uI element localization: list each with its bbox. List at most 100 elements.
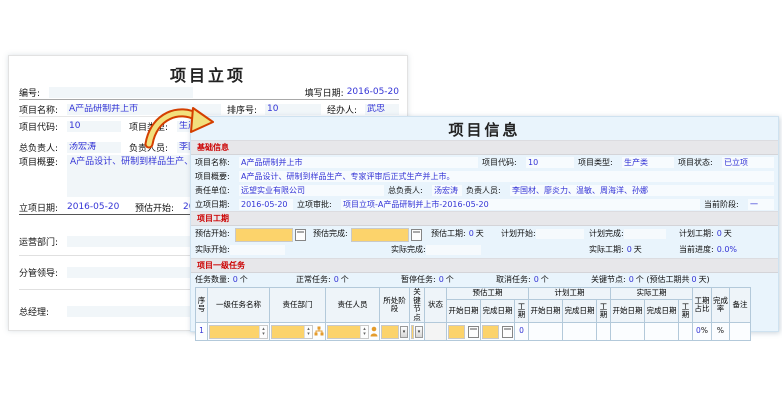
col-ratio: 工期占比: [693, 288, 712, 323]
col-group-plan: 计划工期: [529, 288, 611, 300]
info-review-link[interactable]: 项目立项-A产品研制并上市-2016-05-20: [341, 199, 700, 210]
stat-paused-label: 暂停任务:: [401, 274, 436, 285]
info-summary-field: A产品设计、研制到样品生产、专家评审后正式生产并上市。: [239, 171, 774, 182]
progress-label: 当前进度:: [679, 244, 714, 255]
stat-keynode-label: 关键节点:: [591, 274, 626, 285]
spinner-icon[interactable]: ▴▾: [360, 326, 368, 338]
info-approve-date-field: 2016-05-20: [239, 199, 293, 210]
task-keynode-cell: ▾: [410, 323, 425, 341]
info-chief-field: 汤宏涛: [432, 185, 462, 196]
table-header-row-1: 序号 一级任务名称 责任部门 责任人员 所处阶段 关键节点 状态 预估工期 计划…: [196, 288, 751, 300]
spinner-icon[interactable]: ▴▾: [259, 326, 267, 338]
col-act-start: 开始日期: [611, 300, 645, 323]
row-basic-1: 项目名称: A产品研制并上市 项目代码: 10 项目类型: 生产类 项目状态: …: [191, 155, 778, 169]
fill-date-label: 填写日期:: [305, 86, 344, 99]
page: 项目立项 编号: 填写日期: 2016-05-20 项目名称: A产品研制并上市…: [0, 0, 782, 400]
stat-total-unit: 个: [240, 274, 248, 285]
info-type-label: 项目类型:: [578, 157, 622, 168]
task-est-end-input[interactable]: [482, 325, 499, 339]
col-group-act: 实际工期: [611, 288, 693, 300]
col-keynode: 关键节点: [410, 288, 425, 323]
section-duration: 项目工期: [191, 211, 778, 226]
col-task-name: 一级任务名称: [208, 288, 270, 323]
task-dept-input[interactable]: ▴▾: [271, 325, 313, 339]
info-status-label: 项目状态:: [678, 157, 722, 168]
row-basic-4: 立项日期: 2016-05-20 立项审批: 项目立项-A产品研制并上市-201…: [191, 197, 778, 211]
col-plan-start: 开始日期: [529, 300, 563, 323]
dur-est-start-group: [235, 228, 306, 242]
info-chief-label: 总负责人:: [388, 185, 432, 196]
plan-end-field: [624, 229, 666, 239]
est-end-input[interactable]: [351, 228, 409, 242]
row-duration-2: 实际开始: 实际完成: 实际工期: 0 天 当前进度: 0.0%: [191, 243, 778, 258]
info-name-label: 项目名称:: [195, 157, 239, 168]
spinner-icon[interactable]: ▴▾: [304, 326, 312, 338]
task-stage-select[interactable]: [381, 325, 399, 339]
stat-keynode-value: 0: [629, 275, 634, 284]
left-window-title: 项目立项: [9, 62, 407, 86]
agent-label: 经办人:: [327, 103, 365, 116]
project-info-window: 项目信息 基础信息 项目名称: A产品研制并上市 项目代码: 10 项目类型: …: [190, 116, 779, 332]
stat-keynode-suffix-post: 天): [699, 274, 710, 285]
task-ratio-unit: %: [701, 326, 708, 335]
stat-total-value: 0: [233, 275, 238, 284]
row-duration-1: 预估开始: 预估完成: 预估工期: 0 天 计划开始: 计划完成:: [191, 226, 778, 243]
section-basic-info: 基础信息: [191, 140, 778, 155]
task-ratio-cell: 0%: [693, 323, 712, 341]
info-review-label: 立项审批:: [297, 199, 341, 210]
plan-start-label: 计划开始:: [501, 228, 536, 239]
est-start-input[interactable]: [235, 228, 293, 242]
ops-dept-label: 运营部门:: [19, 235, 67, 248]
task-est-start-input[interactable]: [448, 325, 465, 339]
calendar-icon[interactable]: [468, 326, 479, 338]
dropdown-arrow-icon[interactable]: ▾: [415, 326, 423, 338]
task-seq: 1: [196, 323, 208, 341]
info-name-field: A产品研制并上市: [239, 157, 478, 168]
plan-days-value: 0: [717, 229, 722, 238]
col-stage: 所处阶段: [380, 288, 410, 323]
col-est-end: 完成日期: [481, 300, 515, 323]
progress-value: 0.0%: [717, 245, 737, 254]
act-days-label: 实际工期:: [589, 244, 624, 255]
col-act-days: 工期: [679, 300, 693, 323]
col-group-est: 预估工期: [447, 288, 529, 300]
col-note: 备注: [730, 288, 751, 323]
col-dept: 责任部门: [270, 288, 326, 323]
org-picker-icon[interactable]: [314, 326, 324, 337]
task-act-start-cell: [611, 323, 645, 341]
task-row: 1 ▴▾ ▴▾ ▴▾: [196, 323, 751, 341]
row-basic-2: 项目概要: A产品设计、研制到样品生产、专家评审后正式生产并上市。: [191, 169, 778, 183]
stat-normal-value: 0: [334, 275, 339, 284]
task-est-days-cell: 0: [515, 323, 529, 341]
gm-label: 总经理:: [19, 305, 67, 318]
plan-days-label: 计划工期:: [679, 228, 714, 239]
col-plan-end: 完成日期: [563, 300, 597, 323]
task-stage-cell: ▾: [380, 323, 410, 341]
person-picker-icon[interactable]: [370, 326, 378, 337]
calendar-icon[interactable]: [411, 229, 422, 241]
info-code-label: 项目代码:: [482, 157, 526, 168]
task-name-input[interactable]: ▴▾: [209, 325, 268, 339]
chief-label: 总负责人:: [19, 141, 67, 154]
calendar-icon[interactable]: [295, 229, 306, 241]
task-act-end-cell: [645, 323, 679, 341]
task-person-cell: ▴▾: [326, 323, 380, 341]
number-field[interactable]: [49, 87, 193, 98]
stat-total-label: 任务数量:: [195, 274, 230, 285]
info-unit-label: 责任单位:: [195, 185, 239, 196]
dur-est-end-label: 预估完成:: [313, 228, 348, 239]
dur-plan-days: 计划工期: 0 天: [679, 228, 732, 239]
stat-cancel: 取消任务: 0 个: [496, 274, 549, 285]
task-keynode-select[interactable]: [411, 325, 414, 339]
dropdown-arrow-icon[interactable]: ▾: [400, 326, 408, 338]
calendar-icon[interactable]: [502, 326, 513, 338]
approve-date-value: 2016-05-20: [67, 202, 127, 212]
task-person-input[interactable]: ▴▾: [327, 325, 369, 339]
order-label: 排序号:: [227, 103, 265, 116]
info-type-field: 生产类: [622, 157, 674, 168]
stat-normal-unit: 个: [341, 274, 349, 285]
task-act-days-cell: [679, 323, 693, 341]
est-start-label: 预估开始:: [135, 201, 183, 214]
act-start-label: 实际开始:: [195, 244, 230, 255]
dur-act-end: 实际完成:: [391, 244, 481, 255]
